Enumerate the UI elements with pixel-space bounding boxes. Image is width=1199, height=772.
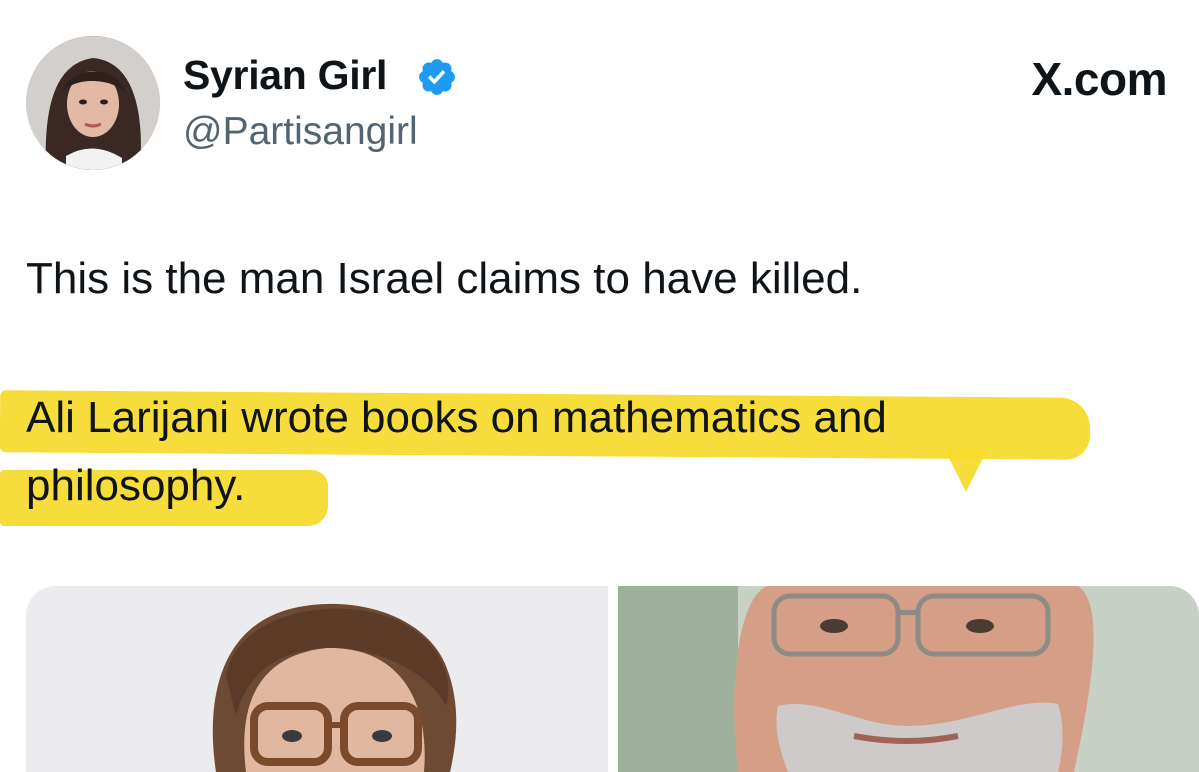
media-photo-left[interactable] [26,586,608,772]
post-text-highlighted-line: philosophy. [26,461,246,510]
avatar[interactable] [26,36,160,170]
verified-badge-icon [419,59,455,95]
post-text-highlighted-line: Ali Larijani wrote books on mathematics … [26,393,887,442]
author-display-name[interactable]: Syrian Girl [183,52,387,99]
photo-older-man-glasses-beard [618,586,1199,772]
media-photo-right[interactable] [618,586,1199,772]
photo-man-glasses-curly-hair [26,586,608,772]
site-label: X.com [1031,53,1167,105]
author-handle[interactable]: @Partisangirl [183,110,418,154]
post-text-line: This is the man Israel claims to have ki… [26,254,863,303]
highlight-mark-tail [944,448,988,492]
